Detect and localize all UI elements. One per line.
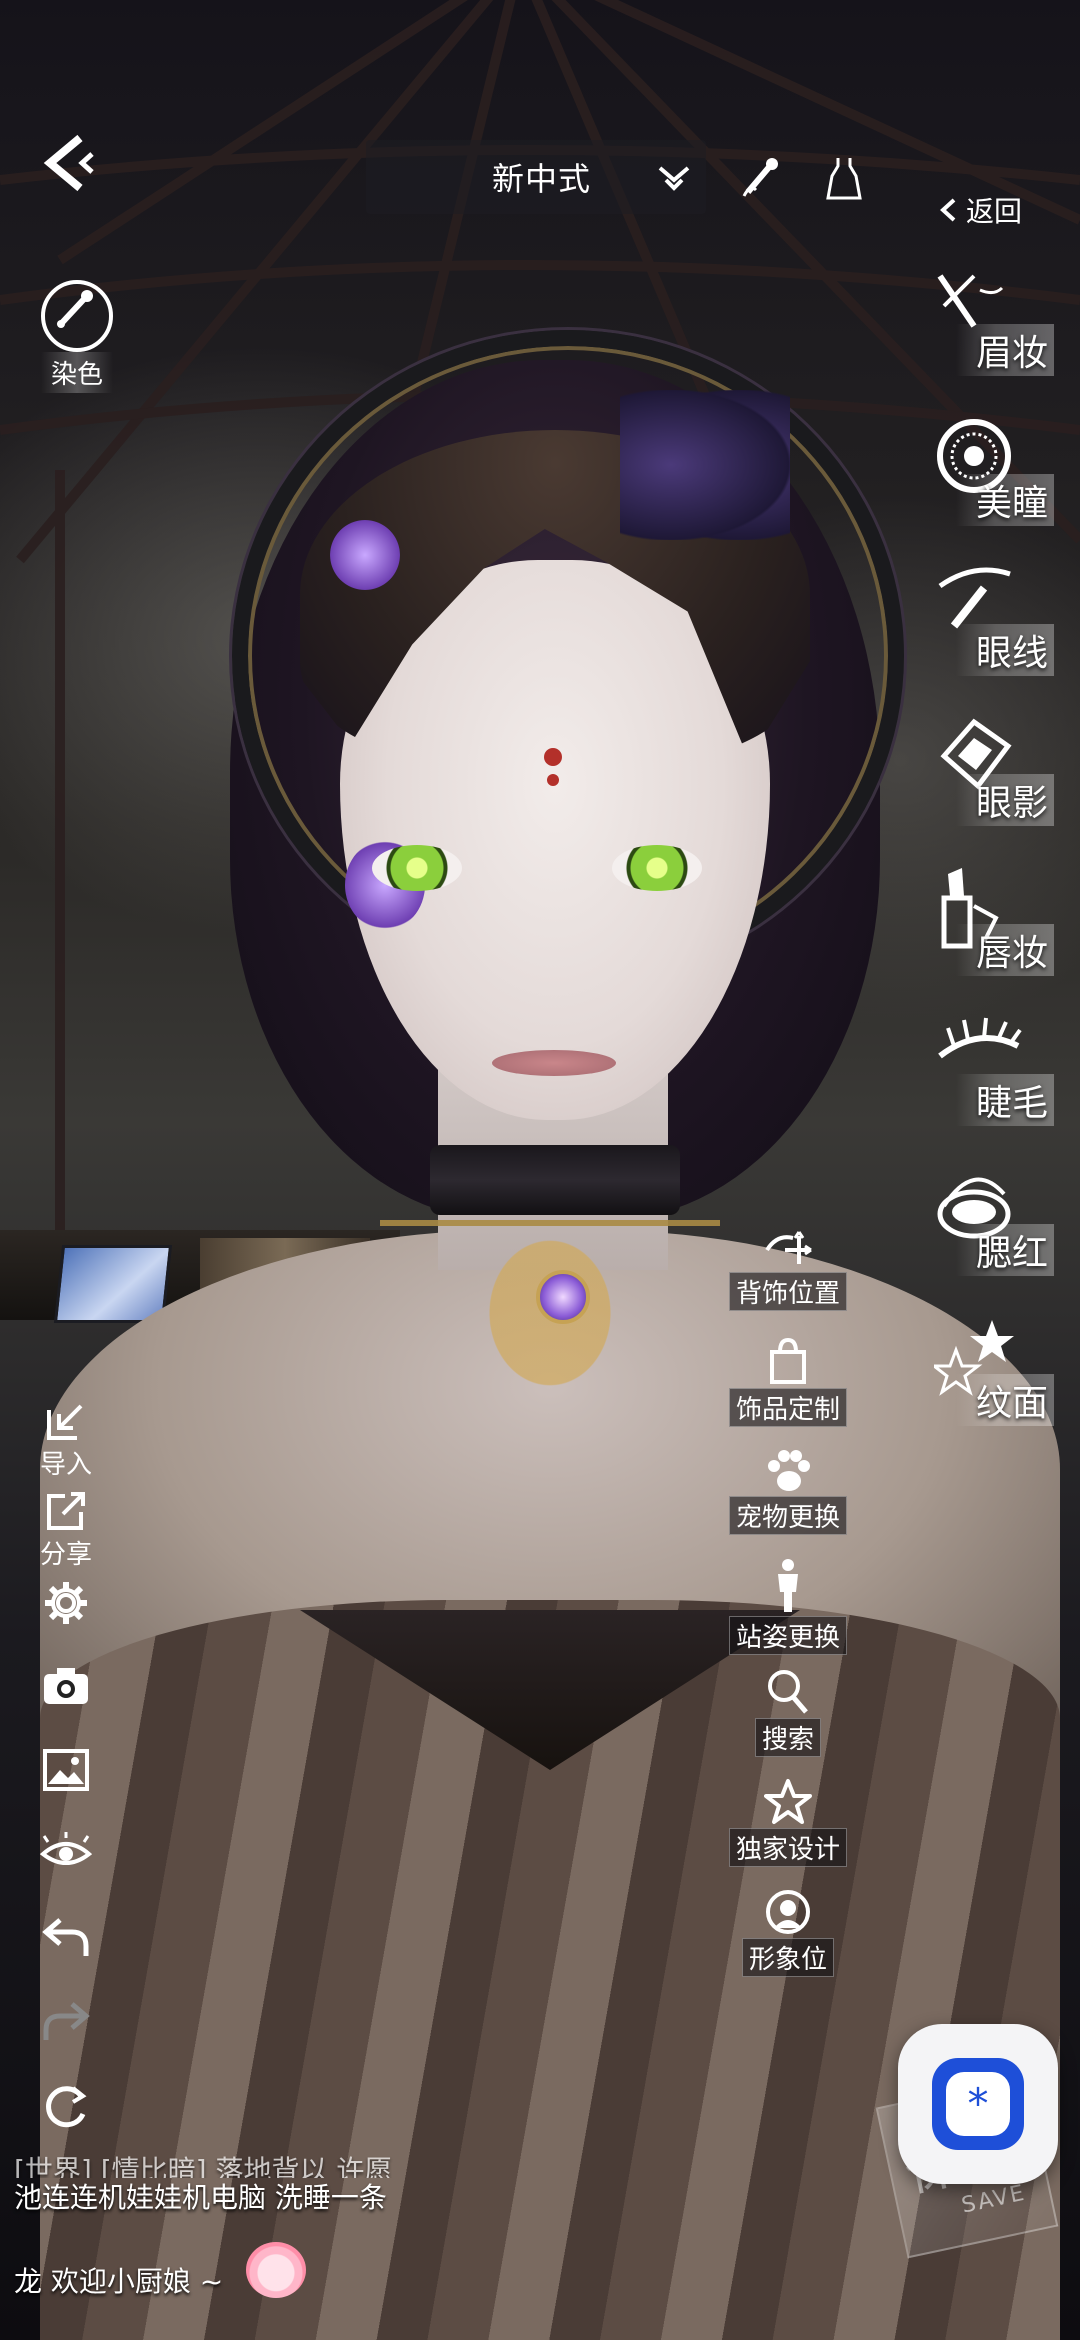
makeup-label: 纹面 xyxy=(955,1374,1054,1426)
assistant-floating-button[interactable]: * xyxy=(898,2024,1058,2184)
feature-label: 宠物更换 xyxy=(728,1496,847,1535)
return-button[interactable]: 返回 xyxy=(938,190,1022,230)
feature-label: 站姿更换 xyxy=(728,1616,847,1655)
chat-message: [世界] [情比暗] 落地背以 许愿 xyxy=(14,2156,393,2178)
makeup-eyeshadow[interactable]: 眼影 xyxy=(914,712,1054,862)
chevron-left-icon xyxy=(940,198,956,222)
standing-person-icon xyxy=(778,1559,798,1612)
share-label: 分享 xyxy=(39,1540,92,1570)
feature-search[interactable]: 搜索 xyxy=(728,1668,848,1778)
makeup-label: 眼影 xyxy=(955,774,1054,826)
feature-accessory-custom[interactable]: 饰品定制 xyxy=(728,1338,848,1448)
share-button[interactable]: 分享 xyxy=(30,1490,102,1580)
reset-icon xyxy=(46,2086,87,2128)
feature-label: 独家设计 xyxy=(728,1828,847,1867)
image-icon xyxy=(43,1749,89,1791)
feature-pose-change[interactable]: 站姿更换 xyxy=(728,1558,848,1668)
feature-back-accessory-position[interactable]: 背饰位置 xyxy=(728,1228,848,1338)
dye-label: 染色 xyxy=(40,352,113,393)
palette-icon xyxy=(41,280,113,352)
redo-icon xyxy=(43,2002,90,2040)
star-icon xyxy=(764,1779,812,1824)
chat-message: 龙 欢迎小厨娘 ~ xyxy=(14,2265,224,2298)
assistant-icon: * xyxy=(932,2058,1024,2150)
makeup-label: 唇妆 xyxy=(955,924,1054,976)
undo-button[interactable] xyxy=(30,1916,102,2000)
import-label: 导入 xyxy=(39,1450,92,1480)
share-icon xyxy=(47,1492,85,1530)
style-label: 新中式 xyxy=(492,160,592,198)
eye-icon xyxy=(39,1832,93,1865)
feature-avatar-slot[interactable]: 形象位 xyxy=(728,1888,848,1998)
makeup-eyebrow[interactable]: 眉妆 xyxy=(914,262,1054,412)
chat-feed[interactable]: [世界] [情比暗] 落地背以 许愿 池连连机娃娃机电脑 洗睡一条 龙 欢迎小厨… xyxy=(14,2156,474,2298)
makeup-label: 睫毛 xyxy=(955,1074,1054,1126)
avatar-slot-icon xyxy=(766,1890,810,1934)
gallery-button[interactable] xyxy=(30,1748,102,1832)
dye-button[interactable]: 染色 xyxy=(22,280,132,393)
settings-button[interactable] xyxy=(30,1580,102,1664)
move-arrows-icon xyxy=(765,1231,812,1264)
makeup-label: 美瞳 xyxy=(955,474,1054,526)
camera-icon xyxy=(44,1668,88,1704)
pig-sticker xyxy=(246,2242,306,2298)
search-icon xyxy=(768,1670,808,1714)
undo-icon xyxy=(42,1918,89,1956)
import-button[interactable]: 导入 xyxy=(30,1400,102,1490)
makeup-label: 眉妆 xyxy=(955,324,1054,376)
feature-label: 背饰位置 xyxy=(728,1272,847,1311)
feature-pet-change[interactable]: 宠物更换 xyxy=(728,1448,848,1558)
gear-icon xyxy=(45,1582,87,1624)
chevron-down-icon xyxy=(658,166,690,191)
makeup-iris[interactable]: 美瞳 xyxy=(914,412,1054,562)
hide-ui-button[interactable] xyxy=(30,1832,102,1916)
makeup-lashes[interactable]: 睫毛 xyxy=(914,1012,1054,1162)
makeup-eyeliner[interactable]: 眼线 xyxy=(914,562,1054,712)
left-toolbar: 导入 分享 xyxy=(30,1400,102,2168)
makeup-blush[interactable]: 腮红 xyxy=(914,1162,1054,1312)
eyelash-icon xyxy=(938,1017,1022,1059)
makeup-menu: 眉妆 美瞳 眼线 眼影 唇妆 睫毛 腮红 纹面 xyxy=(914,262,1054,1462)
makeup-label: 眼线 xyxy=(955,624,1054,676)
chat-message: 池连连机娃娃机电脑 洗睡一条 xyxy=(14,2181,387,2214)
chevron-left-icon xyxy=(43,134,94,192)
makeup-tattoo[interactable]: 纹面 xyxy=(914,1312,1054,1462)
paw-icon xyxy=(768,1450,810,1491)
feature-exclusive-design[interactable]: 独家设计 xyxy=(728,1778,848,1888)
feature-label: 形象位 xyxy=(741,1938,834,1977)
back-button[interactable] xyxy=(40,132,102,194)
style-selector[interactable]: 新中式 xyxy=(366,140,706,214)
makeup-brush-icon[interactable] xyxy=(740,156,784,200)
return-label: 返回 xyxy=(966,195,1023,228)
dress-icon[interactable] xyxy=(826,156,862,200)
makeup-lips[interactable]: 唇妆 xyxy=(914,862,1054,1012)
shopping-bag-icon xyxy=(770,1338,806,1384)
feature-menu: 背饰位置 饰品定制 宠物更换 站姿更换 搜索 独家设计 形象位 xyxy=(728,1228,848,1998)
camera-button[interactable] xyxy=(30,1664,102,1748)
makeup-label: 腮红 xyxy=(955,1224,1054,1276)
import-icon xyxy=(47,1404,83,1440)
redo-button[interactable] xyxy=(30,2000,102,2084)
feature-label: 饰品定制 xyxy=(728,1388,847,1427)
feature-label: 搜索 xyxy=(754,1718,821,1757)
